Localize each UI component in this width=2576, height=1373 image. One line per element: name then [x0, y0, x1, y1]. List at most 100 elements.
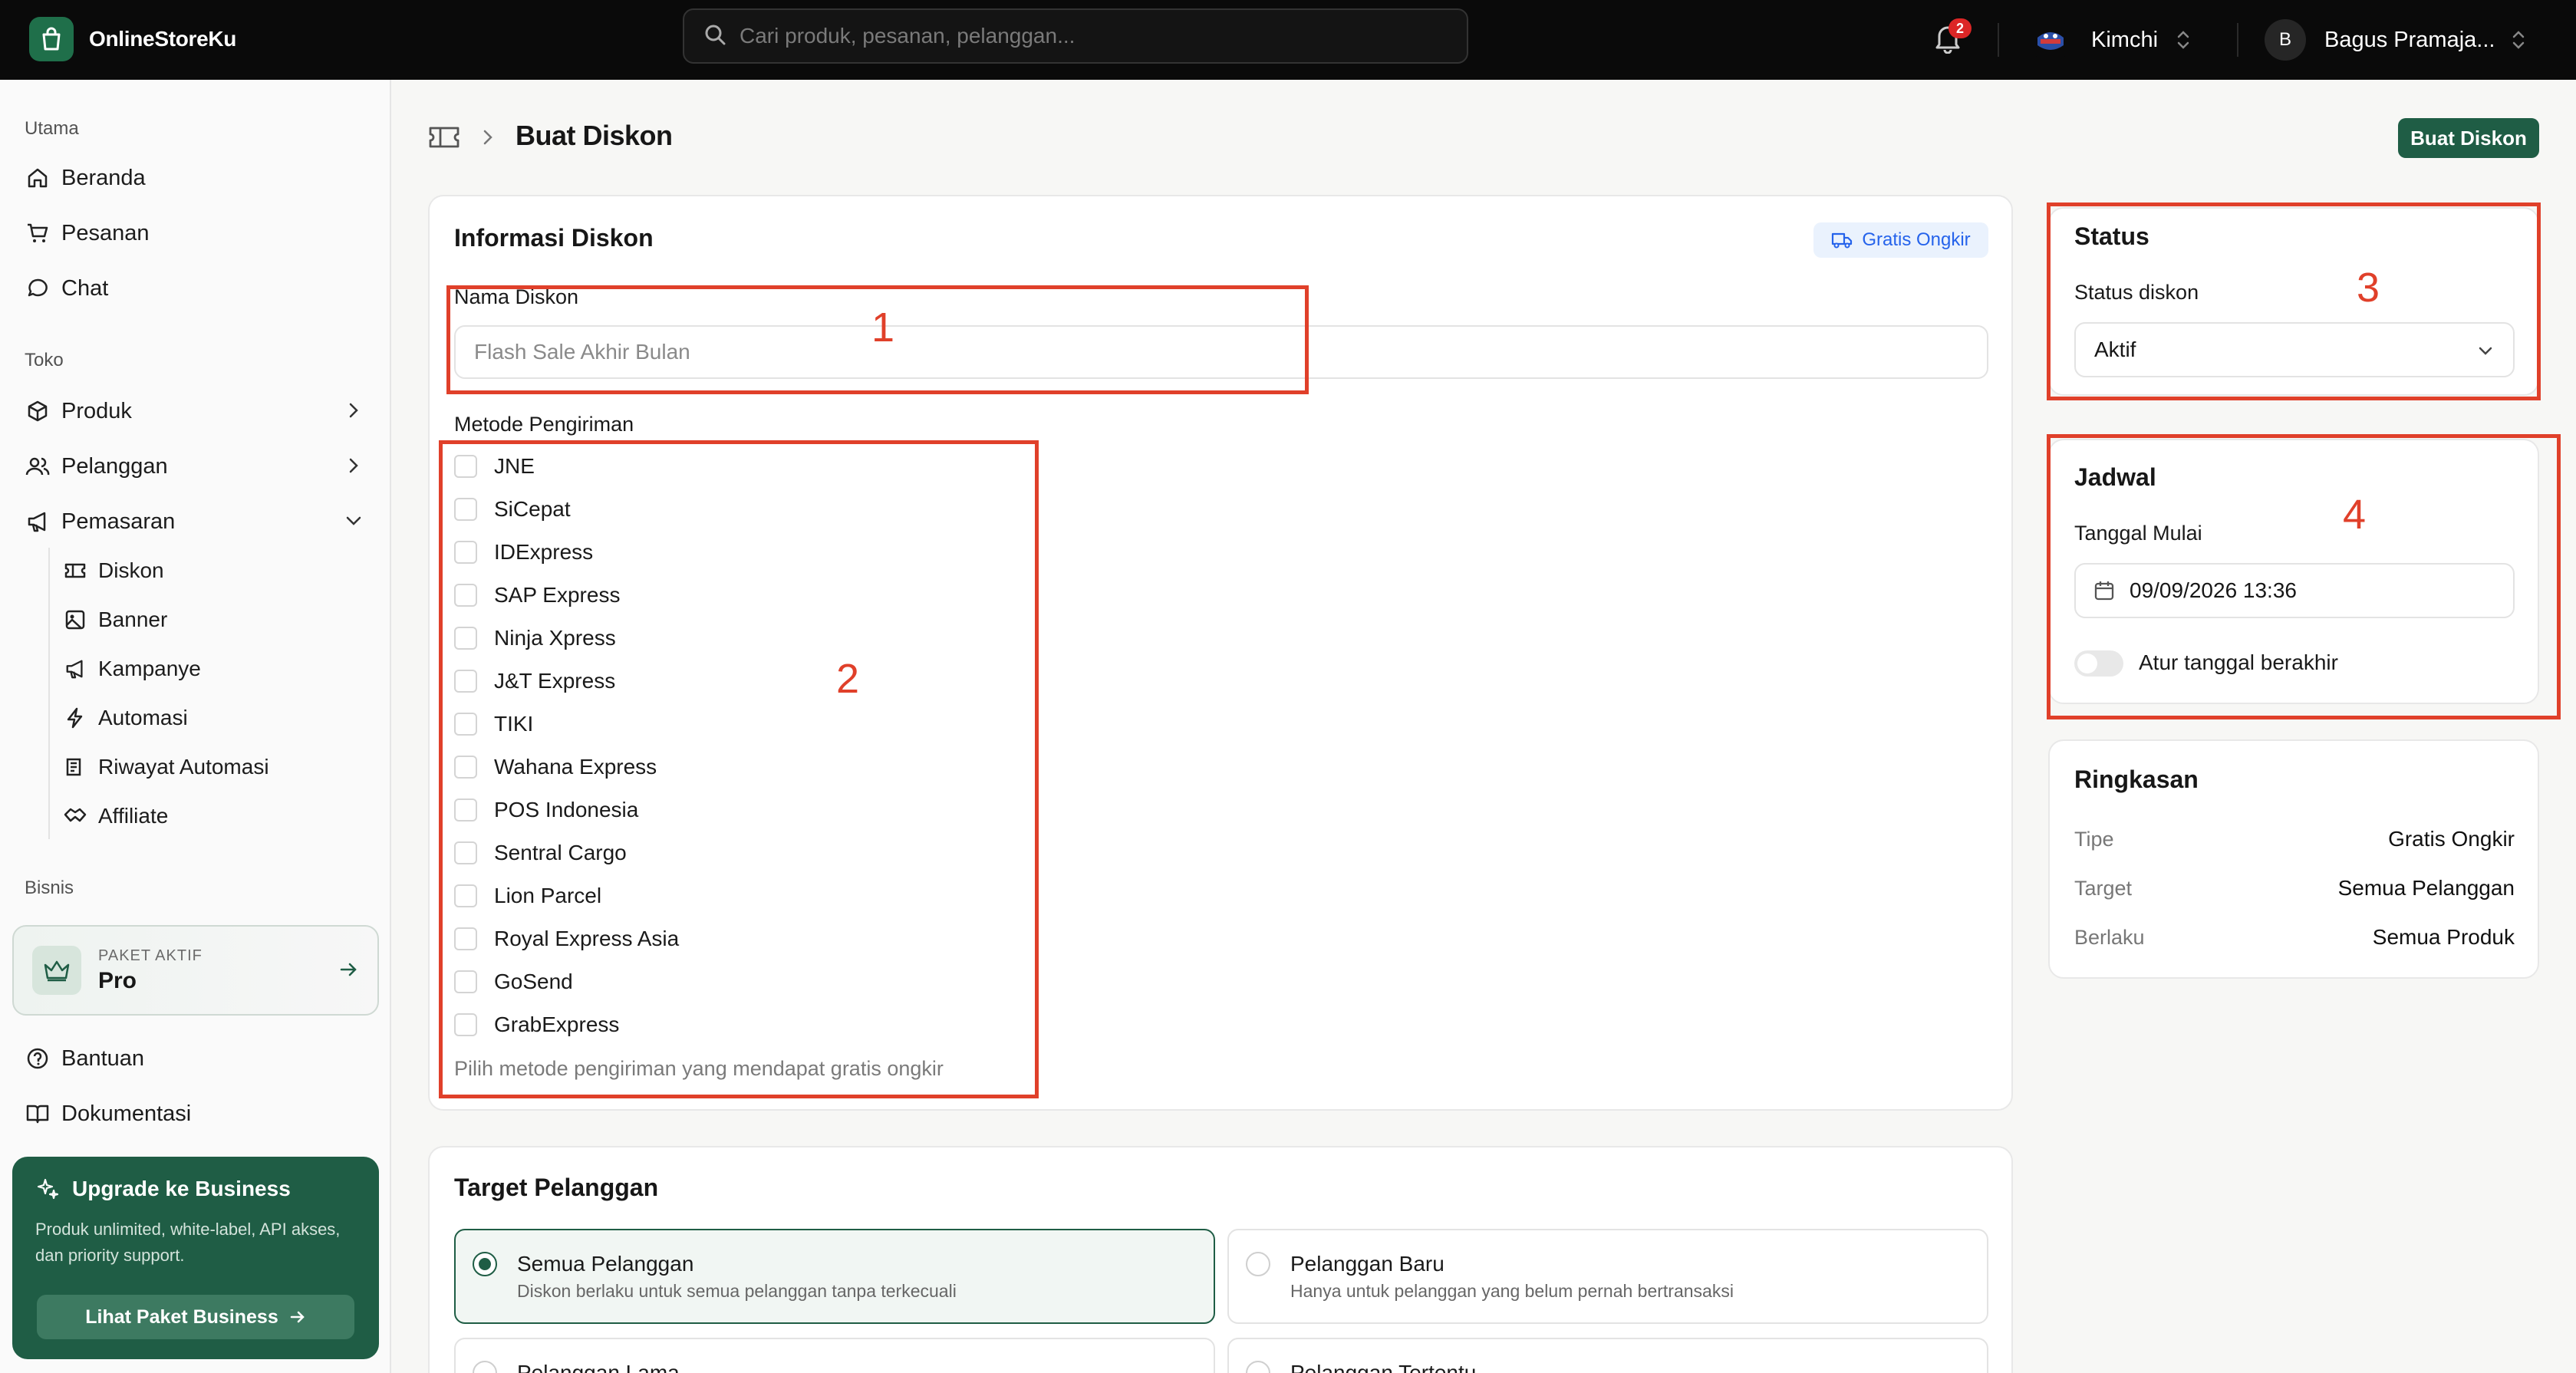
chevron-up-down-icon — [2512, 31, 2525, 49]
target-option-desc: Hanya untuk pelanggan yang belum pernah … — [1290, 1281, 1734, 1301]
history-list-icon — [63, 755, 87, 779]
sidebar: Utama Beranda Pesanan Chat Toko Produk P… — [0, 80, 391, 1373]
store-name: Kimchi — [2091, 27, 2159, 52]
ticket-icon — [63, 558, 87, 583]
sidebar-item-kampanye[interactable]: Kampanye — [63, 649, 370, 689]
chevron-right-icon — [349, 458, 358, 473]
sidebar-item-bantuan[interactable]: Bantuan — [25, 1037, 370, 1080]
handshake-icon — [63, 804, 87, 828]
sidebar-item-affiliate[interactable]: Affiliate — [63, 796, 370, 836]
target-option-specific[interactable]: Pelanggan Tertentu — [1227, 1338, 1988, 1373]
annotation-number-1: 1 — [871, 305, 895, 351]
annotation-box-2 — [439, 440, 1039, 1098]
section-label-bisnis: Bisnis — [25, 877, 74, 898]
app-name: OnlineStoreKu — [89, 27, 237, 51]
submenu-guide — [48, 548, 50, 839]
shipping-method-label: Metode Pengiriman — [454, 413, 634, 436]
sidebar-item-label: Produk — [61, 398, 132, 423]
cart-icon — [25, 220, 51, 246]
sidebar-item-label: Automasi — [98, 706, 188, 729]
sidebar-item-label: Banner — [98, 607, 168, 631]
discount-type-label: Gratis Ongkir — [1862, 229, 1971, 250]
discount-info-title: Informasi Diskon — [454, 224, 654, 252]
radio-button[interactable] — [473, 1361, 497, 1373]
summary-value: Gratis Ongkir — [2388, 827, 2515, 851]
summary-row: Berlaku Semua Produk — [2074, 922, 2515, 953]
summary-key: Tipe — [2074, 827, 2114, 851]
user-menu[interactable]: B Bagus Pramaja... — [2265, 15, 2525, 64]
sidebar-item-diskon[interactable]: Diskon — [63, 551, 370, 591]
sidebar-item-automasi[interactable]: Automasi — [63, 698, 370, 738]
sidebar-item-chat[interactable]: Chat — [25, 267, 370, 310]
megaphone-icon — [63, 657, 87, 681]
arrow-right-icon — [290, 1311, 305, 1323]
upgrade-title: Upgrade ke Business — [72, 1177, 291, 1200]
target-option-desc: Diskon berlaku untuk semua pelanggan tan… — [517, 1281, 957, 1301]
summary-value: Semua Produk — [2372, 925, 2515, 949]
store-logo-icon — [2033, 22, 2068, 58]
page-title: Buat Diskon — [516, 120, 673, 151]
upgrade-card: Upgrade ke Business Produk unlimited, wh… — [12, 1157, 379, 1359]
section-label-toko: Toko — [25, 350, 64, 370]
sidebar-item-label: Riwayat Automasi — [98, 755, 269, 779]
sidebar-item-label: Pesanan — [61, 220, 150, 245]
target-option-all[interactable]: Semua Pelanggan Diskon berlaku untuk sem… — [454, 1229, 1215, 1324]
sidebar-item-dokumentasi[interactable]: Dokumentasi — [25, 1092, 370, 1135]
summary-title: Ringkasan — [2074, 766, 2199, 793]
annotation-number-2: 2 — [836, 656, 860, 702]
book-icon — [25, 1101, 51, 1127]
ticket-icon[interactable] — [428, 121, 460, 152]
target-option-title: Pelanggan Lama — [517, 1361, 680, 1373]
summary-row: Target Semua Pelanggan — [2074, 873, 2515, 904]
sidebar-item-label: Pelanggan — [61, 453, 168, 479]
radio-button[interactable] — [1246, 1361, 1270, 1373]
help-icon — [25, 1045, 51, 1072]
avatar: B — [2265, 19, 2306, 61]
search-input[interactable] — [740, 24, 1430, 48]
sidebar-item-produk[interactable]: Produk — [25, 390, 370, 433]
sidebar-item-label: Kampanye — [98, 657, 201, 680]
lightning-icon — [63, 706, 87, 730]
radio-button[interactable] — [473, 1252, 497, 1276]
divider — [1998, 23, 1999, 57]
store-switcher[interactable]: Kimchi — [2033, 15, 2190, 64]
target-option-title: Semua Pelanggan — [517, 1252, 694, 1276]
store-bag-icon — [29, 17, 74, 61]
target-option-returning[interactable]: Pelanggan Lama — [454, 1338, 1215, 1373]
top-bar: OnlineStoreKu 2 Kimchi B Bagus Pramaja..… — [0, 0, 2576, 80]
annotation-number-4: 4 — [2343, 492, 2367, 538]
sidebar-item-label: Chat — [61, 275, 109, 301]
target-option-new[interactable]: Pelanggan Baru Hanya untuk pelanggan yan… — [1227, 1229, 1988, 1324]
sidebar-item-beranda[interactable]: Beranda — [25, 156, 370, 199]
image-icon — [63, 607, 87, 632]
plan-label: PAKET AKTIF — [98, 947, 203, 964]
active-plan-card[interactable]: PAKET AKTIF Pro — [12, 925, 379, 1016]
sidebar-item-pelanggan[interactable]: Pelanggan — [25, 445, 370, 488]
home-icon — [25, 165, 51, 191]
sidebar-item-label: Pemasaran — [61, 509, 176, 534]
view-business-plan-button[interactable]: Lihat Paket Business — [37, 1295, 354, 1339]
user-name: Bagus Pramaja... — [2324, 27, 2493, 52]
sidebar-item-pemasaran[interactable]: Pemasaran — [25, 500, 370, 543]
target-option-title: Pelanggan Baru — [1290, 1252, 1444, 1276]
sidebar-item-banner[interactable]: Banner — [63, 600, 370, 640]
notification-badge: 2 — [1948, 18, 1972, 38]
create-discount-button[interactable]: Buat Diskon — [2398, 118, 2539, 158]
truck-icon — [1832, 232, 1853, 249]
summary-key: Target — [2074, 876, 2133, 900]
users-icon — [25, 453, 51, 479]
arrow-right-icon — [340, 963, 357, 976]
sidebar-item-riwayat-automasi[interactable]: Riwayat Automasi — [63, 747, 370, 787]
chevron-right-icon — [483, 130, 492, 145]
chevron-up-down-icon — [2177, 31, 2189, 49]
brand[interactable]: OnlineStoreKu — [29, 17, 236, 61]
chevron-right-icon — [349, 403, 358, 418]
global-search[interactable] — [683, 8, 1468, 64]
discount-type-badge: Gratis Ongkir — [1813, 222, 1988, 258]
box-icon — [25, 398, 51, 424]
radio-button[interactable] — [1246, 1252, 1270, 1276]
search-icon — [704, 24, 726, 49]
sidebar-item-pesanan[interactable]: Pesanan — [25, 212, 370, 255]
section-label-utama: Utama — [25, 118, 79, 139]
upgrade-button-label: Lihat Paket Business — [85, 1306, 278, 1328]
